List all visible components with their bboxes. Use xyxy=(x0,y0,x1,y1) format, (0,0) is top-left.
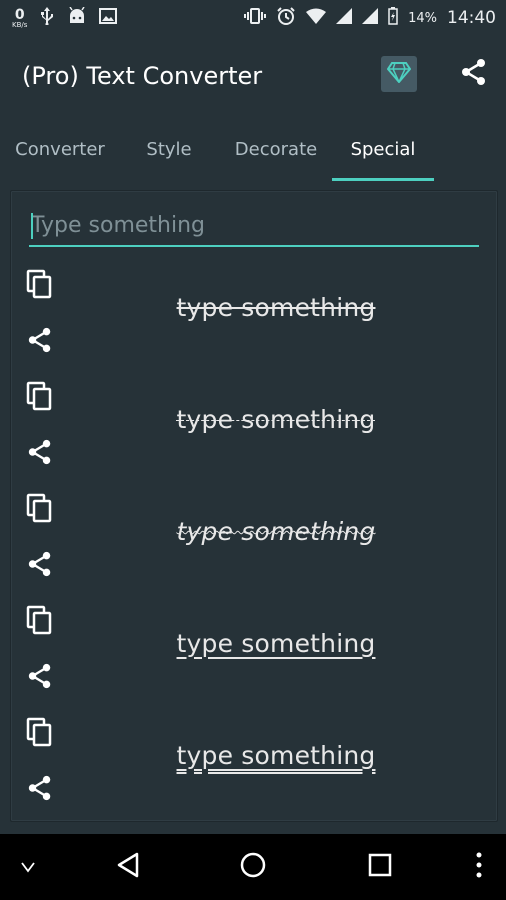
tab-special[interactable]: Special xyxy=(332,116,434,182)
pro-gem-button[interactable] xyxy=(381,56,417,92)
signal-icon xyxy=(362,8,379,28)
output-row: type something xyxy=(11,261,497,373)
tab-label: Decorate xyxy=(234,138,318,160)
home-button[interactable] xyxy=(230,834,276,900)
share-icon xyxy=(26,550,54,582)
output-text-value: type something xyxy=(176,740,376,770)
signal-icon xyxy=(336,8,353,28)
recents-button[interactable] xyxy=(358,834,402,900)
share-output-button[interactable] xyxy=(23,773,57,807)
tab-style[interactable]: Style xyxy=(120,116,218,182)
output-text: type something xyxy=(71,399,481,439)
usb-icon xyxy=(39,7,55,29)
back-button[interactable] xyxy=(106,834,150,900)
copy-icon xyxy=(26,605,54,639)
share-icon xyxy=(26,774,54,806)
android-icon xyxy=(67,6,87,29)
image-icon xyxy=(99,8,118,28)
output-text-value: type something xyxy=(176,404,376,434)
output-text: type something xyxy=(71,623,481,663)
clock: 14:40 xyxy=(447,8,496,28)
network-speed-value: 0 xyxy=(14,6,25,23)
network-speed-unit: KB/s xyxy=(12,20,28,29)
copy-icon xyxy=(26,493,54,527)
share-output-button[interactable] xyxy=(23,549,57,583)
output-text-value: type something xyxy=(176,516,376,546)
copy-icon xyxy=(26,381,54,415)
copy-button[interactable] xyxy=(23,605,57,639)
vibrate-icon xyxy=(244,8,267,28)
share-output-button[interactable] xyxy=(23,661,57,695)
back-icon xyxy=(115,851,141,883)
share-icon xyxy=(26,326,54,358)
output-row: type something xyxy=(11,709,497,821)
tab-label: Special xyxy=(350,138,416,160)
recents-icon xyxy=(368,853,392,881)
copy-icon xyxy=(26,717,54,751)
more-vert-icon xyxy=(475,851,483,883)
text-input-wrapper xyxy=(29,205,479,247)
battery-percent: 14% xyxy=(408,10,437,26)
overflow-menu-button[interactable] xyxy=(462,834,496,900)
active-tab-indicator xyxy=(332,178,434,181)
special-card: type something type something type somet… xyxy=(10,190,498,822)
tab-decorate[interactable]: Decorate xyxy=(218,116,334,182)
tab-bar: Converter Style Decorate Special xyxy=(0,116,506,182)
output-row: type something xyxy=(11,485,497,597)
alarm-icon xyxy=(276,6,296,30)
tab-label: Style xyxy=(146,138,192,160)
app-title: (Pro) Text Converter xyxy=(22,62,263,90)
output-text: type something xyxy=(71,735,481,775)
output-row: type something xyxy=(11,597,497,709)
output-text-value: type something xyxy=(176,292,376,322)
output-text-value: type something xyxy=(176,628,376,658)
text-caret xyxy=(31,213,33,239)
copy-icon xyxy=(26,269,54,303)
collapse-button[interactable] xyxy=(8,834,48,900)
copy-button[interactable] xyxy=(23,269,57,303)
tab-converter[interactable]: Converter xyxy=(0,116,120,182)
network-speed: 0 KB/s xyxy=(12,8,27,29)
copy-button[interactable] xyxy=(23,381,57,415)
share-output-button[interactable] xyxy=(23,325,57,359)
copy-button[interactable] xyxy=(23,493,57,527)
output-text: type something xyxy=(71,511,481,551)
share-icon xyxy=(26,438,54,470)
output-text: type something xyxy=(71,287,481,327)
text-input[interactable] xyxy=(29,205,479,245)
navigation-bar xyxy=(0,834,506,900)
output-row: type something xyxy=(11,373,497,485)
battery-charging-icon xyxy=(388,7,398,29)
input-underline xyxy=(29,245,479,247)
share-icon xyxy=(459,57,489,91)
share-icon xyxy=(26,662,54,694)
share-output-button[interactable] xyxy=(23,437,57,471)
gem-icon xyxy=(386,61,412,87)
chevron-down-icon xyxy=(21,858,35,877)
status-bar: 0 KB/s 14% 14:40 xyxy=(0,0,506,36)
tab-label: Converter xyxy=(15,138,105,160)
wifi-icon xyxy=(306,8,327,28)
share-button[interactable] xyxy=(456,56,492,92)
app-bar: (Pro) Text Converter xyxy=(0,36,506,116)
home-icon xyxy=(239,851,267,883)
copy-button[interactable] xyxy=(23,717,57,751)
